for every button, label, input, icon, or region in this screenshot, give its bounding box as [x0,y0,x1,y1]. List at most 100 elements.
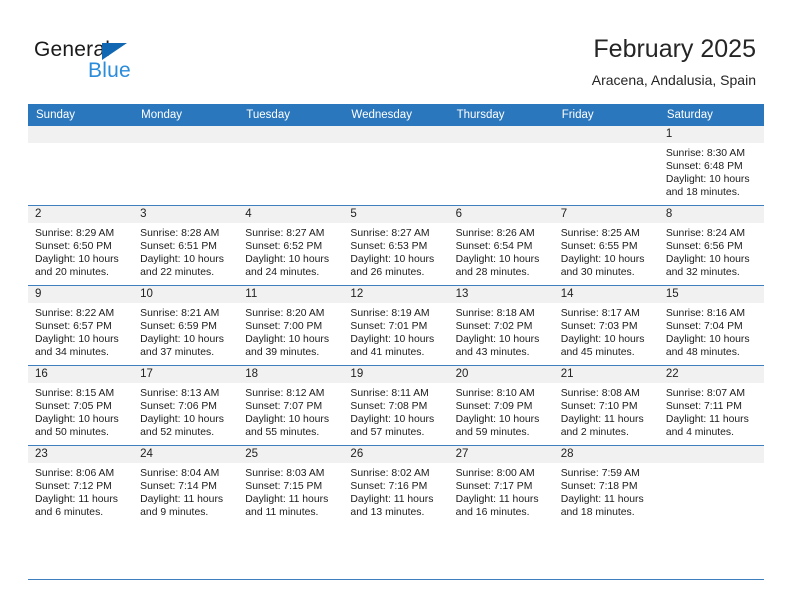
daylight-text-line1: Daylight: 11 hours [245,494,329,506]
day-cell[interactable]: 18 Sunrise: 8:12 AM Sunset: 7:07 PM Dayligh… [238,365,344,446]
day-number: 23 [28,446,134,463]
sunrise-text: Sunrise: 8:22 AM [35,308,115,319]
day-cell[interactable]: 22 Sunrise: 8:07 AM Sunset: 7:11 PM Dayligh… [658,365,764,446]
daylight-text-line1: Daylight: 10 hours [350,334,435,346]
day-cell[interactable]: 24 Sunrise: 8:04 AM Sunset: 7:14 PM Dayligh… [133,445,239,525]
daylight-text-line2: and 45 minutes. [560,347,635,359]
day-cell[interactable]: 21 Sunrise: 8:08 AM Sunset: 7:10 PM Dayligh… [553,365,659,446]
day-cell[interactable]: 9 Sunrise: 8:22 AM Sunset: 6:57 PM Daylight… [28,285,134,366]
daylight-text-line1: Daylight: 10 hours [245,254,330,266]
day-cell[interactable] [658,445,764,525]
day-number: 11 [238,286,344,303]
daylight-text-line2: and 39 minutes. [245,347,320,359]
day-number [553,126,659,143]
day-cell[interactable]: 13 Sunrise: 8:18 AM Sunset: 7:02 PM Dayligh… [448,285,554,366]
day-number [658,446,764,463]
sunrise-text: Sunrise: 8:03 AM [245,468,325,479]
calendar-page: General Blue February 2025 Aracena, Anda… [0,0,792,612]
day-cell[interactable]: 23 Sunrise: 8:06 AM Sunset: 7:12 PM Dayligh… [28,445,134,525]
day-cell[interactable]: 7 Sunrise: 8:25 AM Sunset: 6:55 PM Daylight… [553,205,659,286]
daylight-text-line1: Daylight: 10 hours [665,174,750,186]
sunset-text: Sunset: 6:53 PM [350,241,428,253]
daylight-text-line1: Daylight: 11 hours [350,494,434,506]
day-number: 25 [238,446,344,463]
day-cell[interactable]: 15 Sunrise: 8:16 AM Sunset: 7:04 PM Dayligh… [658,285,764,366]
daylight-text-line2: and 6 minutes. [35,507,104,519]
day-cell[interactable]: 1 Sunrise: 8:30 AM Sunset: 6:48 PM Daylight… [658,126,764,206]
daylight-text-line1: Daylight: 10 hours [140,254,224,266]
day-number: 6 [448,206,554,223]
sunset-text: Sunset: 7:11 PM [665,401,742,413]
sunrise-text: Sunrise: 8:04 AM [140,468,220,479]
day-cell[interactable]: 26 Sunrise: 8:02 AM Sunset: 7:16 PM Dayligh… [343,445,449,525]
sunset-text: Sunset: 7:12 PM [35,481,112,493]
daylight-text-line1: Daylight: 10 hours [455,334,540,346]
daylight-text-line2: and 20 minutes. [35,267,109,279]
day-cell[interactable]: 28 Sunrise: 7:59 AM Sunset: 7:18 PM Dayligh… [553,445,659,525]
sunrise-text: Sunrise: 8:29 AM [35,228,115,239]
weekday-header-wednesday: Wednesday [343,104,449,126]
day-cell[interactable]: 25 Sunrise: 8:03 AM Sunset: 7:15 PM Dayligh… [238,445,344,525]
daylight-text-line2: and 57 minutes. [350,427,425,439]
day-number: 15 [658,286,764,303]
day-cell[interactable]: 3 Sunrise: 8:28 AM Sunset: 6:51 PM Daylight… [133,205,239,286]
weekday-header-sunday: Sunday [28,104,134,126]
day-number: 7 [553,206,659,223]
daylight-text-line1: Daylight: 10 hours [350,254,435,266]
day-cell[interactable]: 19 Sunrise: 8:11 AM Sunset: 7:08 PM Dayligh… [343,365,449,446]
day-cell[interactable] [343,126,449,206]
sunrise-text: Sunrise: 8:27 AM [245,228,325,239]
sunrise-text: Sunrise: 8:02 AM [350,468,430,479]
daylight-text-line2: and 22 minutes. [140,267,215,279]
day-number: 17 [133,366,239,383]
day-cell[interactable]: 10 Sunrise: 8:21 AM Sunset: 6:59 PM Dayligh… [133,285,239,366]
logo-text-blue: Blue [88,59,131,82]
day-number [343,126,449,143]
day-number: 20 [448,366,554,383]
day-cell[interactable]: 8 Sunrise: 8:24 AM Sunset: 6:56 PM Daylight… [658,205,764,286]
day-cell[interactable]: 16 Sunrise: 8:15 AM Sunset: 7:05 PM Dayligh… [28,365,134,446]
daylight-text-line2: and 24 minutes. [245,267,320,279]
daylight-text-line1: Daylight: 10 hours [560,254,645,266]
day-cell[interactable]: 4 Sunrise: 8:27 AM Sunset: 6:52 PM Daylight… [238,205,344,286]
calendar-week-row: 23 Sunrise: 8:06 AM Sunset: 7:12 PM Dayligh… [28,445,764,525]
sunset-text: Sunset: 7:16 PM [350,481,428,493]
day-cell[interactable]: 27 Sunrise: 8:00 AM Sunset: 7:17 PM Dayligh… [448,445,554,525]
sunset-text: Sunset: 7:04 PM [665,321,743,333]
day-cell[interactable]: 11 Sunrise: 8:20 AM Sunset: 7:00 PM Dayligh… [238,285,344,366]
day-cell[interactable]: 5 Sunrise: 8:27 AM Sunset: 6:53 PM Daylight… [343,205,449,286]
calendar-week-row: 1 Sunrise: 8:30 AM Sunset: 6:48 PM Daylight… [28,126,764,206]
daylight-text-line1: Daylight: 10 hours [665,254,750,266]
daylight-text-line2: and 11 minutes. [245,507,319,519]
daylight-text-line2: and 9 minutes. [140,507,209,519]
day-number: 12 [343,286,449,303]
day-number: 10 [133,286,239,303]
day-cell[interactable]: 2 Sunrise: 8:29 AM Sunset: 6:50 PM Daylight… [28,205,134,286]
general-blue-logo[interactable]: General Blue [34,38,234,90]
sunset-text: Sunset: 6:50 PM [35,241,112,253]
day-number: 26 [343,446,449,463]
day-cell[interactable] [238,126,344,206]
day-number: 16 [28,366,134,383]
day-number [448,126,554,143]
page-header: General Blue February 2025 Aracena, Anda… [0,0,792,100]
day-cell[interactable] [448,126,554,206]
day-cell[interactable]: 6 Sunrise: 8:26 AM Sunset: 6:54 PM Daylight… [448,205,554,286]
day-cell[interactable] [553,126,659,206]
weekday-header-thursday: Thursday [448,104,554,126]
sunset-text: Sunset: 7:02 PM [455,321,533,333]
daylight-text-line2: and 30 minutes. [560,267,635,279]
day-cell[interactable]: 12 Sunrise: 8:19 AM Sunset: 7:01 PM Dayligh… [343,285,449,366]
day-cell[interactable] [133,126,239,206]
day-cell[interactable]: 17 Sunrise: 8:13 AM Sunset: 7:06 PM Dayligh… [133,365,239,446]
day-cell[interactable]: 20 Sunrise: 8:10 AM Sunset: 7:09 PM Dayligh… [448,365,554,446]
sunset-text: Sunset: 6:48 PM [665,161,743,173]
day-cell[interactable] [28,126,134,206]
daylight-text-line1: Daylight: 10 hours [35,334,119,346]
day-number: 18 [238,366,344,383]
sunrise-text: Sunrise: 8:27 AM [350,228,430,239]
daylight-text-line1: Daylight: 10 hours [455,414,540,426]
day-cell[interactable]: 14 Sunrise: 8:17 AM Sunset: 7:03 PM Dayligh… [553,285,659,366]
sunset-text: Sunset: 7:00 PM [245,321,323,333]
sunrise-text: Sunrise: 8:21 AM [140,308,220,319]
